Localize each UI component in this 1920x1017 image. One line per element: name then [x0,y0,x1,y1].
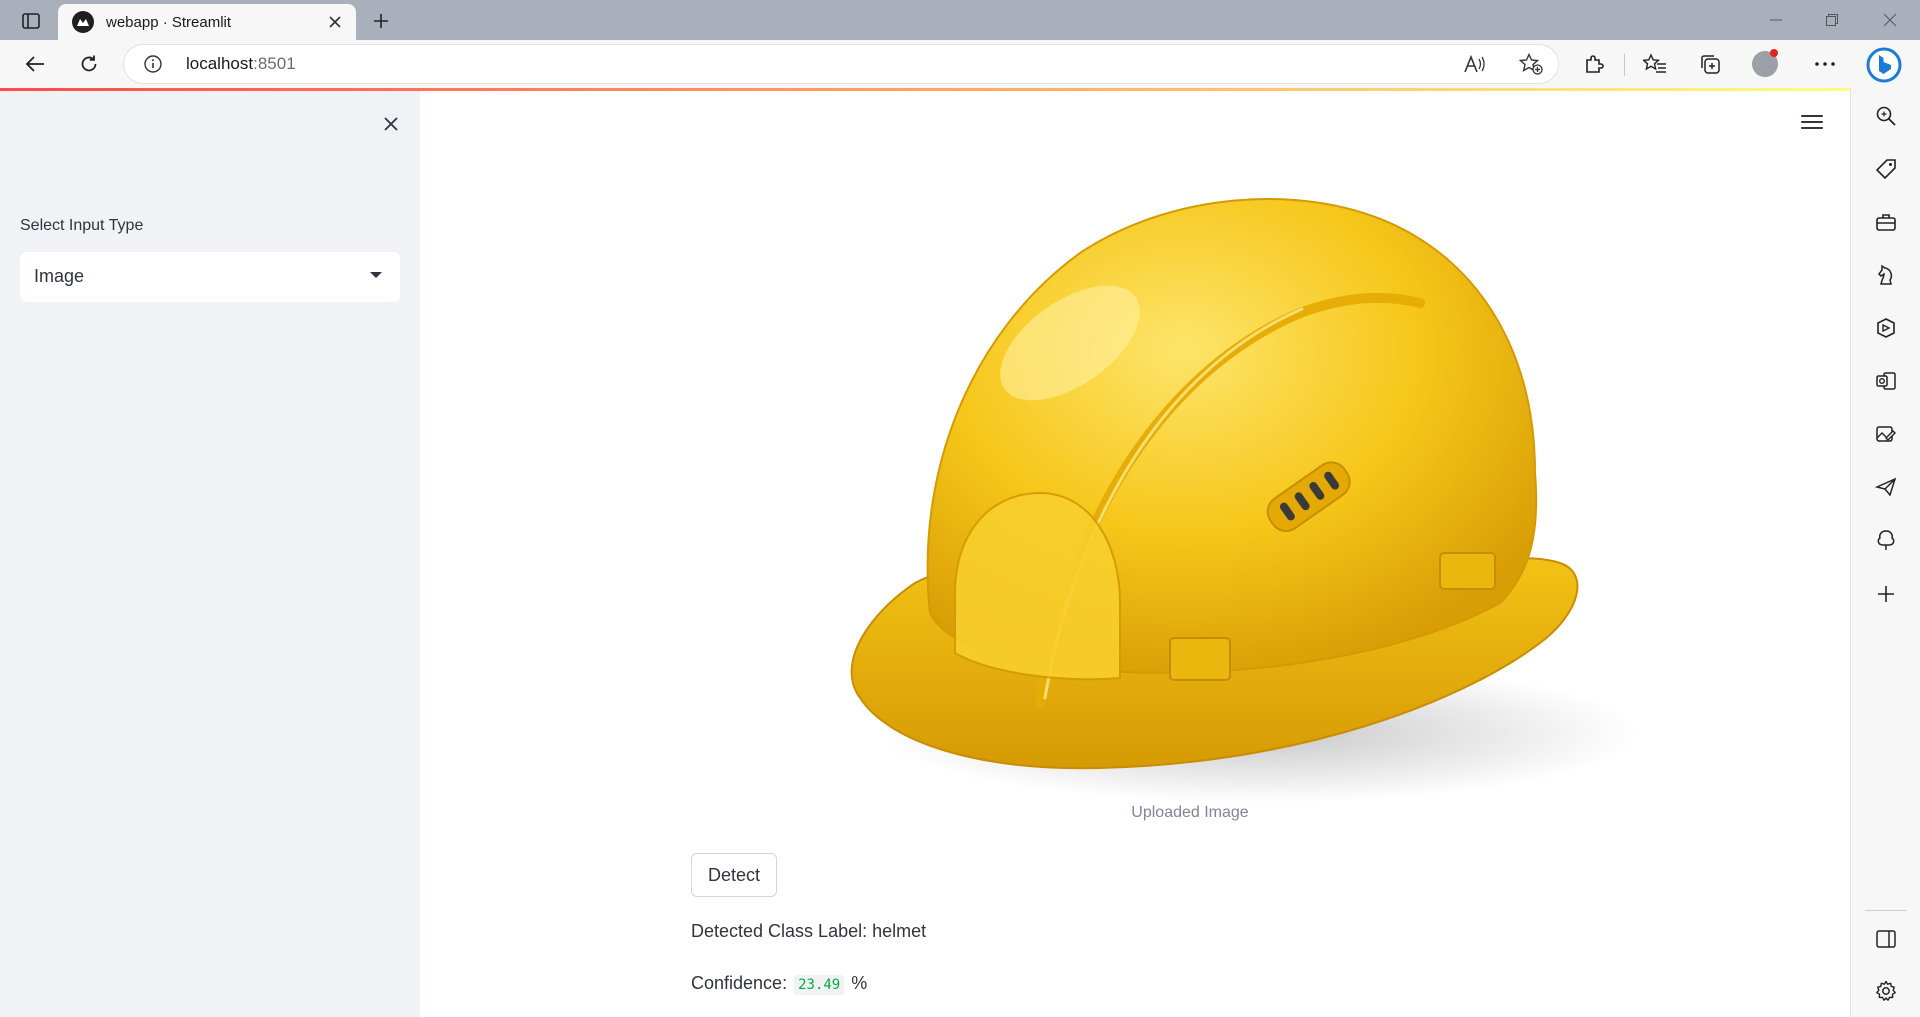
streamlit-sidebar: Select Input Type Image [0,91,420,1017]
chess-icon[interactable] [1871,260,1901,290]
tab-title: webapp · Streamlit [106,13,232,31]
close-icon[interactable] [322,9,348,35]
edge-sidebar [1850,88,1920,1017]
collections-icon[interactable] [1693,48,1727,80]
briefcase-icon[interactable] [1871,207,1901,237]
sidebar-layout-icon[interactable] [1871,924,1901,954]
browser-tab[interactable]: webapp · Streamlit [58,4,356,40]
outlook-icon[interactable] [1871,366,1901,396]
send-icon[interactable] [1871,472,1901,502]
browser-tab-bar: webapp · Streamlit [0,0,1920,40]
address-bar[interactable]: localhost:8501 [124,45,1558,83]
info-icon[interactable] [144,55,162,73]
star-add-icon[interactable] [1518,52,1544,76]
back-arrow-icon[interactable] [18,48,52,80]
notification-dot [1770,49,1778,57]
bing-icon[interactable] [1864,46,1904,84]
rail-divider [1865,910,1907,911]
close-icon[interactable] [376,109,406,139]
tag-icon[interactable] [1871,154,1901,184]
read-aloud-icon[interactable] [1462,52,1488,76]
streamlit-main: Uploaded Image Detect Detected Class Lab… [420,91,1850,1017]
tree-icon[interactable] [1871,525,1901,555]
helmet-clip-side [1439,552,1496,590]
confidence-line: Confidence: 23.49 % [691,973,868,995]
refresh-icon[interactable] [72,48,106,80]
address-port: :8501 [253,54,296,73]
hamburger-icon[interactable] [1798,109,1826,135]
tab-actions-icon[interactable] [14,8,48,34]
select-value: Image [34,266,85,286]
puzzle-icon[interactable] [1577,48,1611,80]
confidence-value: 23.49 [794,975,845,995]
detect-button[interactable]: Detect [691,853,778,897]
browser-toolbar: localhost:8501 [0,40,1920,88]
image-edit-icon[interactable] [1871,419,1901,449]
detected-label: Detected Class Label: helmet [691,921,927,941]
address-url[interactable]: localhost:8501 [186,54,296,74]
ellipsis-icon[interactable] [1808,48,1842,80]
minimize-icon[interactable] [1752,0,1800,40]
plus-icon[interactable] [366,7,396,35]
restore-icon[interactable] [1808,0,1856,40]
input-type-label: Select Input Type [20,217,144,234]
confidence-unit: % [851,973,868,993]
office-icon[interactable] [1871,313,1901,343]
toolbar-divider [1624,54,1625,76]
chevron-down-icon [370,272,382,278]
favorites-icon[interactable] [1638,48,1672,80]
confidence-label: Confidence: [691,973,788,993]
window-close-icon[interactable] [1866,0,1914,40]
plus-icon[interactable] [1871,579,1901,609]
input-type-select[interactable]: Image [20,252,400,302]
search-icon[interactable] [1871,101,1901,131]
helmet-clip-front [1169,637,1231,681]
uploaded-image [850,198,1640,803]
helmet-side-panel [954,491,1121,681]
address-host: localhost [186,54,254,73]
image-caption: Uploaded Image [1131,804,1249,821]
gear-icon[interactable] [1871,976,1901,1006]
streamlit-favicon [72,11,94,33]
